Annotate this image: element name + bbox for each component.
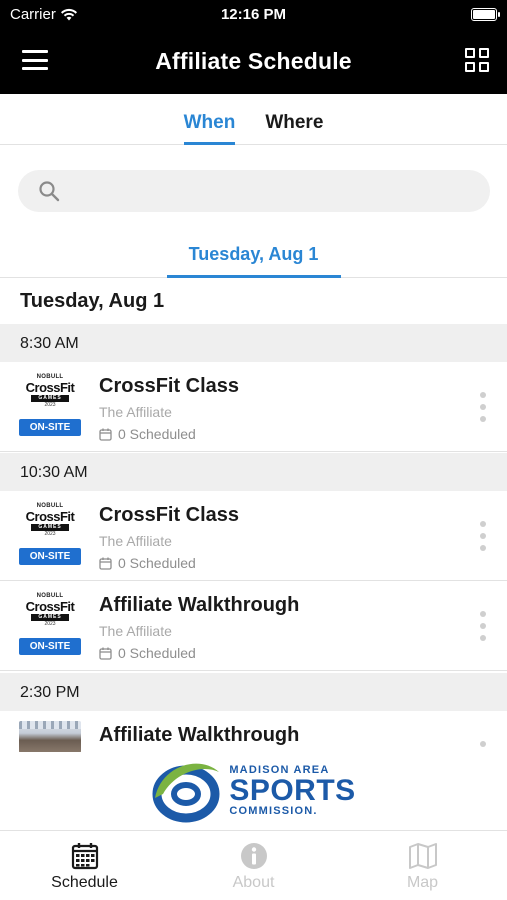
info-icon [240,843,267,869]
more-options-icon[interactable] [479,392,487,422]
tab-where[interactable]: Where [265,94,323,145]
hamburger-menu-icon[interactable] [22,50,48,70]
event-location: The Affiliate [99,533,172,549]
date-tabs: Tuesday, Aug 1 [0,232,507,278]
event-title: Affiliate Walkthrough [99,724,300,746]
calendar-icon [71,843,98,870]
event-title: Affiliate Walkthrough [99,594,300,616]
day-header: Tuesday, Aug 1 [20,290,165,312]
wifi-icon [60,8,77,20]
event-row[interactable]: NOBULL CrossFit GAMES 2023 ON-SITE Affil… [0,581,507,671]
more-options-icon[interactable] [479,521,487,551]
page-title: Affiliate Schedule [155,47,352,74]
grid-view-icon[interactable] [465,48,489,72]
segment-tabs: When Where [0,94,507,145]
tab-label: Map [406,874,439,891]
tab-map[interactable]: Map [338,831,507,900]
event-location: The Affiliate [99,623,172,639]
search-bar[interactable] [18,170,490,212]
tab-label: About [232,874,275,891]
more-options-icon[interactable] [479,611,487,641]
time-header: 8:30 AM [0,324,507,362]
event-title: CrossFit Class [99,375,240,397]
crossfit-games-onsite-logo: NOBULL CrossFit GAMES 2023 ON-SITE [19,503,81,565]
calendar-small-icon [99,428,112,441]
event-row[interactable]: NOBULL CrossFit GAMES 2023 ON-SITE Cross… [0,491,507,581]
tab-about[interactable]: About [169,831,338,900]
calendar-small-icon [99,557,112,570]
event-row[interactable]: NOBULL CrossFit GAMES 2023 ON-SITE Cross… [0,362,507,452]
onsite-badge: ON-SITE [19,548,81,565]
event-scheduled: 0 Scheduled [99,645,196,661]
search-icon [39,181,60,202]
calendar-small-icon [99,647,112,660]
time-header: 10:30 AM [0,453,507,491]
crossfit-games-onsite-logo: NOBULL CrossFit GAMES 2023 ON-SITE [19,374,81,436]
event-scheduled: 0 Scheduled [99,555,196,571]
event-title: CrossFit Class [99,504,240,526]
carrier-label: Carrier [10,5,56,23]
onsite-badge: ON-SITE [19,638,81,655]
onsite-badge: ON-SITE [19,419,81,436]
carrier: Carrier [10,6,78,23]
map-icon [408,843,437,869]
status-bar: Carrier 12:16 PM [0,0,507,28]
tab-schedule[interactable]: Schedule [0,831,169,900]
time-header: 2:30 PM [0,673,507,711]
bottom-tab-bar: Schedule About Map [0,830,507,900]
sponsor-wordmark: MADISON AREA SPORTS COMMISSION. [229,764,356,817]
event-scheduled: 0 Scheduled [99,426,196,442]
sponsor-banner[interactable]: MADISON AREA SPORTS COMMISSION. [0,752,507,830]
crossfit-games-onsite-logo: NOBULL CrossFit GAMES 2023 ON-SITE [19,593,81,655]
event-location: The Affiliate [99,404,172,420]
search-input[interactable] [70,182,470,200]
date-tab-selected[interactable]: Tuesday, Aug 1 [166,232,341,278]
tab-when[interactable]: When [183,94,235,145]
tab-label: Schedule [51,874,118,891]
nav-bar: Affiliate Schedule [0,28,507,94]
battery-icon [471,7,500,21]
madison-sports-logo-icon [152,763,220,823]
